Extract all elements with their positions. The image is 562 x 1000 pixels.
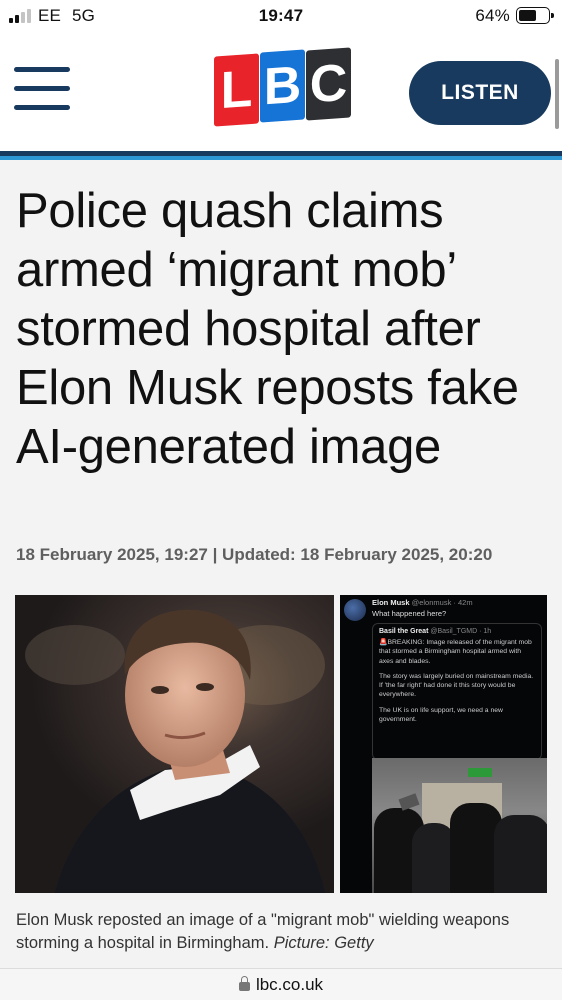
quoted-image xyxy=(372,758,547,893)
quoted-author-handle: @Basil_TGMD · 1h xyxy=(430,628,492,635)
quoted-tweet: Basil the Great @Basil_TGMD · 1h 🚨BREAKI… xyxy=(372,623,542,760)
quoted-paragraph: The UK is on life support, we need a new… xyxy=(379,706,503,724)
tweet-text: What happened here? xyxy=(372,609,447,618)
tweet-author-name: Elon Musk xyxy=(372,598,410,607)
status-bar: EE 5G 19:47 64% xyxy=(0,0,562,34)
menu-icon[interactable] xyxy=(14,67,70,111)
browser-url-bar[interactable]: lbc.co.uk xyxy=(0,968,562,1000)
battery-icon xyxy=(516,7,554,24)
logo-letter-b: B xyxy=(260,49,305,123)
site-header: L B C LISTEN xyxy=(0,34,562,151)
logo-letter-c: C xyxy=(306,47,351,121)
battery-percent: 64% xyxy=(475,6,510,25)
url-text: lbc.co.uk xyxy=(255,975,324,994)
article: Police quash claims armed ‘migrant mob’ … xyxy=(0,160,562,968)
quoted-author-name: Basil the Great xyxy=(379,628,429,635)
lbc-logo[interactable]: L B C xyxy=(214,47,351,129)
quoted-tweet-body: 🚨BREAKING: Image released of the migrant… xyxy=(379,638,535,724)
photo-caption: Elon Musk reposted an image of a "migran… xyxy=(16,909,546,955)
lock-icon xyxy=(238,976,250,991)
scrollbar[interactable] xyxy=(555,59,559,129)
axe-icon xyxy=(398,793,420,811)
article-dateline: 18 February 2025, 19:27 | Updated: 18 Fe… xyxy=(16,545,493,564)
portrait-illustration xyxy=(25,609,325,893)
quoted-paragraph: The story was largely buried on mainstre… xyxy=(379,672,534,699)
quoted-paragraph: 🚨BREAKING: Image released of the migrant… xyxy=(379,639,532,665)
tweet-author-handle: @elonmusk · 42m xyxy=(411,598,473,607)
caption-text: Elon Musk reposted an image of a "migran… xyxy=(16,911,510,952)
listen-button[interactable]: LISTEN xyxy=(409,61,551,125)
exit-sign-icon xyxy=(468,768,492,777)
article-headline: Police quash claims armed ‘migrant mob’ … xyxy=(16,184,519,474)
avatar xyxy=(344,599,366,621)
article-photo-tweet: Elon Musk @elonmusk · 42m What happened … xyxy=(340,595,547,893)
caption-credit: Picture: Getty xyxy=(273,934,374,952)
logo-letter-l: L xyxy=(214,53,259,127)
article-photo-portrait xyxy=(15,595,334,893)
